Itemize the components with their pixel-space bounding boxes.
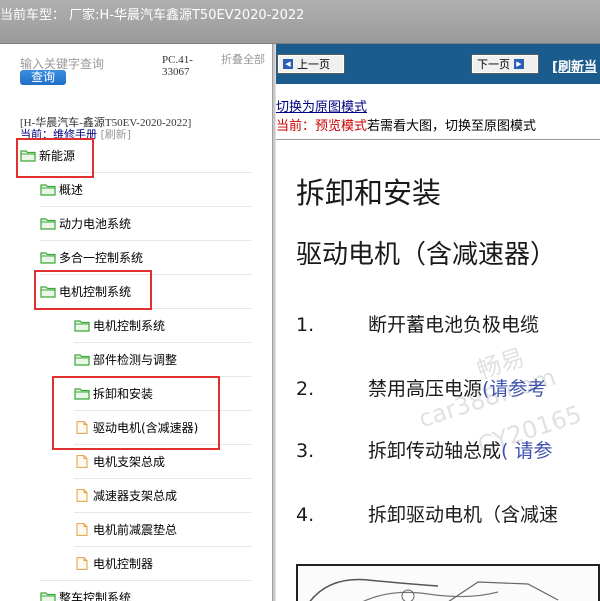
step-text: 拆卸传动轴总成 [368,440,502,462]
step-number: 2. [296,378,315,400]
mode-status-prefix: 当前：预览模式 [276,119,368,134]
step-reference[interactable]: ( 请参 [501,440,552,462]
tree-item[interactable]: 多合一控制系统 [40,244,143,270]
tree-item-label: 电机控制器 [93,556,154,571]
step-text: 禁用高压电源 [368,378,483,400]
arrow-right-icon: ▶ [514,59,524,69]
tree-separator [74,512,252,513]
doc-step: 3. 拆卸传动轴总成( 请参 [296,436,552,463]
step-reference[interactable]: (请参考 [482,378,546,400]
pc-code: PC.41-33067 [162,54,193,78]
step-text: 拆卸驱动电机（含减速 [368,504,559,526]
left-panel: 查询 PC.41-33067 折叠全部 [H-华晨汽车-鑫源T50EV-2020… [0,44,272,601]
content-divider [276,139,600,140]
tree-item-label: 部件检测与调整 [93,352,178,367]
folder-icon [40,183,56,196]
next-page-button[interactable]: 下一页 ▶ [471,54,539,74]
doc-figure [296,564,600,601]
step-number: 3. [296,440,315,462]
tree-item-label: 电机支架总成 [93,454,166,469]
switch-original-mode-link[interactable]: 切换为原图模式 [276,96,367,115]
page-icon [76,556,88,570]
tree-item-label: 电机前减震垫总 [93,522,178,537]
tree-item[interactable]: 电机控制器 [74,550,153,576]
highlight-box [34,270,152,310]
refresh-current-link[interactable]: [刷新当 [552,56,597,75]
prev-page-label: 上一页 [297,58,330,71]
mode-status: 当前：预览模式若需看大图，切换至原图模式 [276,115,536,134]
tree-item[interactable]: 整车控制系统 [40,584,131,601]
window-title: 当前车型： 厂家:H-华晨汽车鑫源T50EV2020-2022 [0,8,305,23]
tree-item[interactable]: 电机控制系统 [74,312,165,338]
tree-item-label: 概述 [59,182,84,197]
tree-item[interactable]: 电机前减震垫总 [74,516,177,542]
prev-page-button[interactable]: ◀ 上一页 [277,54,345,74]
title-bar: 当前车型： 厂家:H-华晨汽车鑫源T50EV2020-2022 [0,0,600,44]
step-number: 1. [296,314,315,336]
tree-item-label: 多合一控制系统 [59,250,144,265]
tree-item[interactable]: 电机支架总成 [74,448,165,474]
content-panel: ◀ 上一页 下一页 ▶ [刷新当 切换为原图模式 当前：预览模式若需看大图，切换… [276,44,600,601]
doc-subheading: 驱动电机（含减速器） [296,240,557,270]
highlight-box [16,138,94,178]
mode-status-hint: 若需看大图，切换至原图模式 [367,119,537,134]
step-number: 4. [296,504,315,526]
tree-item[interactable]: 部件检测与调整 [74,346,177,372]
figure-drawing [309,578,559,601]
arrow-left-icon: ◀ [283,59,293,69]
nav-toolbar: ◀ 上一页 下一页 ▶ [刷新当 [276,44,600,84]
doc-step: 1. 断开蓄电池负极电缆 [296,310,539,337]
tree-item[interactable]: 概述 [40,176,83,202]
tree-item-label: 动力电池系统 [59,216,132,231]
page-icon [76,488,88,502]
doc-heading: 拆卸和安装 [296,176,442,210]
tree-item-label: 电机控制系统 [93,318,166,333]
search-button[interactable]: 查询 [20,70,66,85]
tree-separator [74,546,252,547]
doc-step: 4. 拆卸驱动电机（含减速 [296,500,558,527]
folder-icon [40,217,56,230]
folder-icon [40,251,56,264]
tree-separator [40,580,252,581]
page-icon [76,454,88,468]
next-page-label: 下一页 [477,58,510,71]
tree-separator [40,206,252,207]
collapse-all-link[interactable]: 折叠全部 [221,54,265,66]
folder-icon [40,591,56,601]
highlight-box [52,376,220,450]
doc-step: 2. 禁用高压电源(请参考 [296,374,546,401]
refresh-link[interactable]: [刷新] [101,128,132,141]
tree-separator [74,478,252,479]
tree-item-label: 整车控制系统 [59,590,132,601]
tree-item-label: 减速器支架总成 [93,488,178,503]
step-text: 断开蓄电池负极电缆 [368,314,540,336]
page-icon [76,522,88,536]
tree-separator [40,240,252,241]
tree-item[interactable]: 动力电池系统 [40,210,131,236]
tree-item[interactable]: 减速器支架总成 [74,482,177,508]
folder-icon [74,319,90,332]
folder-icon [74,353,90,366]
tree-separator [74,342,252,343]
